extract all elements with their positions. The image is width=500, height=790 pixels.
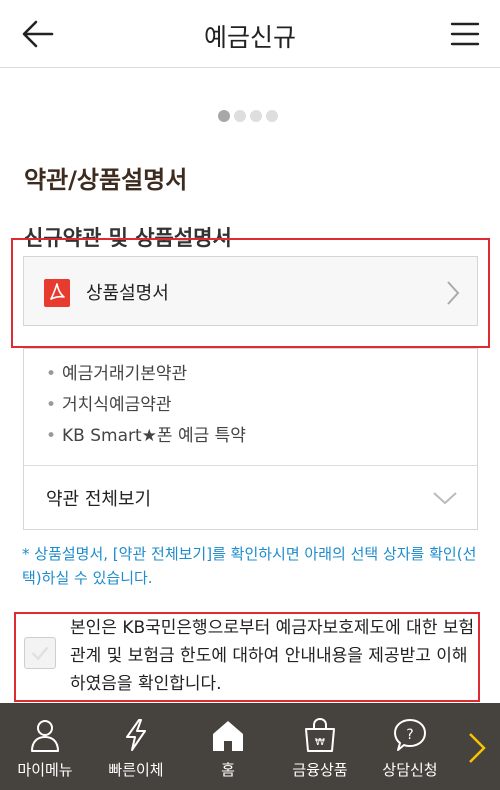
chevron-down-icon (433, 492, 457, 505)
lightning-icon (126, 719, 146, 751)
tab-home[interactable]: 홈 (183, 703, 273, 790)
terms-item: • KB Smart★폰 예금 특약 (46, 426, 246, 446)
bottom-tab-bar: 마이메뉴 빠른이체 홈 ₩ 금융상품 ? 상담신청 (0, 703, 500, 790)
tab-my-menu[interactable]: 마이메뉴 (0, 703, 90, 790)
consent-checkbox[interactable] (24, 637, 56, 669)
product-doc-label: 상품설명서 (86, 283, 169, 304)
tab-label: 금융상품 (292, 761, 348, 779)
step-dot (250, 110, 262, 122)
terms-item: • 거치식예금약관 (46, 395, 172, 415)
tab-label: 홈 (221, 761, 235, 779)
home-icon (213, 721, 243, 751)
question-bubble-icon: ? (394, 719, 426, 751)
chevron-right-icon[interactable] (466, 731, 488, 765)
step-dot (218, 110, 230, 122)
step-indicator (218, 110, 278, 122)
svg-text:?: ? (406, 727, 413, 743)
chevron-right-icon (447, 281, 460, 305)
consent-text: 본인은 KB국민은행으로부터 예금자보호제도에 대한 보험관계 및 보험금 한도… (70, 618, 475, 694)
section-title: 약관/상품설명서 (24, 166, 188, 194)
page-title: 예금신규 (203, 23, 296, 52)
svg-text:₩: ₩ (315, 737, 325, 748)
tab-label: 마이메뉴 (17, 761, 73, 779)
pdf-icon (44, 279, 70, 307)
tab-label: 빠른이체 (108, 761, 164, 779)
shopping-bag-icon: ₩ (305, 717, 335, 752)
terms-view-all-button[interactable]: 약관 전체보기 (24, 466, 477, 529)
hamburger-menu-icon[interactable] (448, 16, 482, 52)
person-icon (31, 720, 59, 752)
product-doc-button[interactable]: 상품설명서 (23, 256, 478, 326)
terms-view-all-label: 약관 전체보기 (46, 489, 152, 510)
tab-quick-transfer[interactable]: 빠른이체 (91, 703, 181, 790)
consent-row: 본인은 KB국민은행으로부터 예금자보호제도에 대한 보험관계 및 보험금 한도… (14, 612, 480, 702)
terms-item: • 예금거래기본약관 (46, 364, 188, 384)
terms-list: • 예금거래기본약관 • 거치식예금약관 • KB Smart★폰 예금 특약 (46, 359, 246, 452)
check-icon (31, 646, 49, 661)
info-note: * 상품설명서, [약관 전체보기]를 확인하시면 아래의 선택 상자를 확인(… (22, 545, 477, 587)
step-dot (266, 110, 278, 122)
terms-panel: • 예금거래기본약관 • 거치식예금약관 • KB Smart★폰 예금 특약 약관 … (23, 348, 478, 530)
app-header: 예금신규 (0, 0, 500, 68)
tab-label: 상담신청 (382, 761, 438, 779)
tab-consultation[interactable]: ? 상담신청 (365, 703, 455, 790)
step-dot (234, 110, 246, 122)
tab-financial-products[interactable]: ₩ 금융상품 (275, 703, 365, 790)
